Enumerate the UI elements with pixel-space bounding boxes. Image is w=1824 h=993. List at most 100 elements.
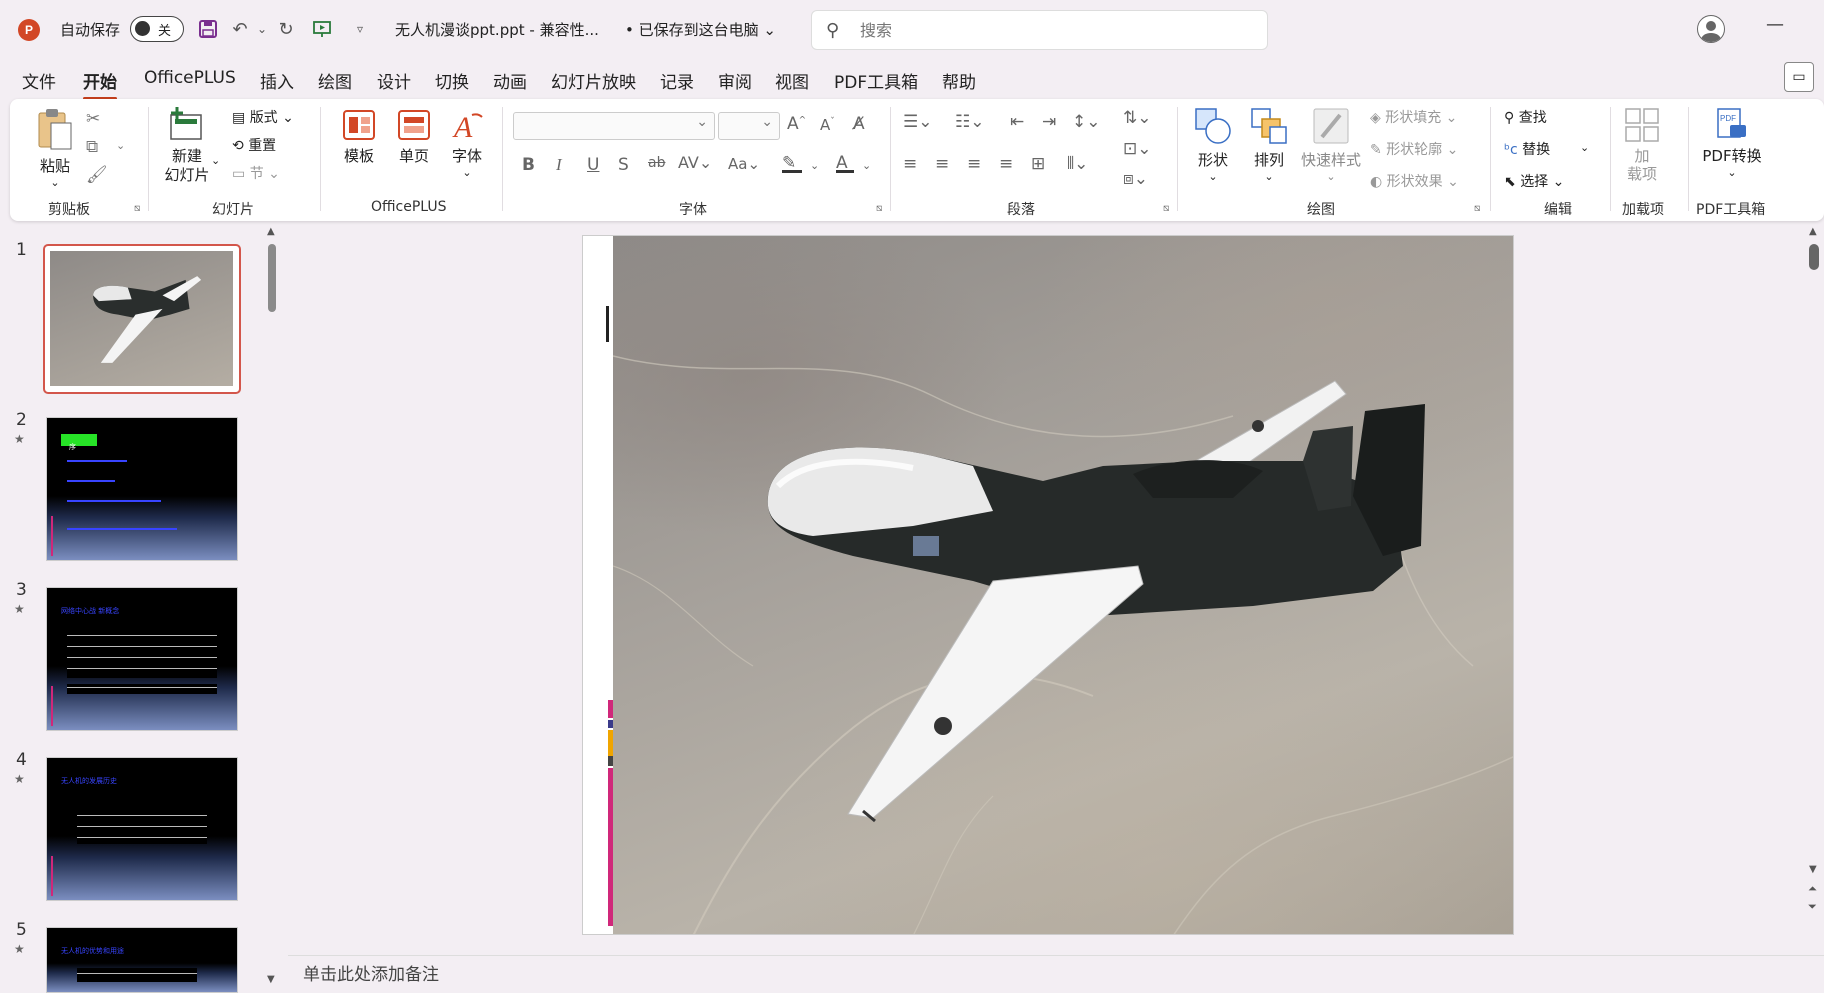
font-color-dropdown-icon[interactable]: ⌄ [862,159,871,172]
undo-icon[interactable]: ↶ [228,16,252,42]
next-slide-icon[interactable]: ⏷ [1808,900,1817,914]
font-color-icon[interactable]: A [836,153,854,173]
addins-button[interactable]: 加 载项 [1620,107,1664,183]
bold-icon[interactable]: B [522,155,535,175]
drone-photo[interactable] [612,236,1513,934]
tab-view[interactable]: 视图 [775,68,809,93]
align-text-icon[interactable]: ⊡⌄ [1123,139,1152,159]
search-box[interactable]: ⚲ [811,10,1268,50]
tab-record[interactable]: 记录 [660,68,694,93]
italic-icon[interactable]: I [556,155,562,175]
copy-icon[interactable]: ⧉ [86,137,98,157]
save-icon[interactable] [196,16,220,42]
scroll-up-icon[interactable]: ▲ [1809,226,1817,237]
strikethrough-icon[interactable]: ab [648,155,665,171]
scroll-down-icon[interactable]: ▼ [1809,864,1817,875]
pdf-convert-button[interactable]: PDF PDF转换 ⌄ [1696,107,1768,179]
cut-icon[interactable]: ✂ [86,109,100,129]
copy-dropdown-icon[interactable]: ⌄ [116,139,125,152]
current-slide[interactable] [582,235,1514,935]
underline-icon[interactable]: U [587,155,599,175]
highlight-color-icon[interactable]: ✎ [782,153,802,173]
increase-font-size-icon[interactable]: A^ [787,114,806,134]
previous-slide-icon[interactable]: ⏶ [1808,882,1817,896]
convert-smartart-icon[interactable]: ⧈⌄ [1123,169,1148,189]
reset-button[interactable]: ⟲ 重置 [232,135,276,155]
tab-review[interactable]: 审阅 [718,68,752,93]
increase-indent-icon[interactable]: ⇥ [1042,112,1056,132]
new-slide-dropdown-icon[interactable]: ⌄ [211,154,220,167]
arrange-dropdown-icon[interactable]: ⌄ [1246,170,1292,183]
font-size-select[interactable] [718,112,780,140]
distributed-icon[interactable]: ⊞ [1031,154,1045,174]
numbering-icon[interactable]: ☷⌄ [955,112,984,132]
tab-help[interactable]: 帮助 [942,68,976,93]
pdf-convert-dropdown-icon[interactable]: ⌄ [1696,166,1768,179]
font-launcher-icon[interactable]: ⧅ [876,203,882,214]
customize-toolbar-icon[interactable]: ▿ [348,16,372,42]
new-slide-button[interactable]: 新建 幻灯片 [158,107,216,185]
font-plus-dropdown-icon[interactable]: ⌄ [444,166,490,179]
tab-design[interactable]: 设计 [377,68,411,93]
shapes-dropdown-icon[interactable]: ⌄ [1190,170,1236,183]
font-plus-button[interactable]: A 字体 ⌄ [444,109,490,179]
autosave-toggle[interactable]: 关 [130,16,184,42]
shape-effects-button[interactable]: ◐ 形状效果 ⌄ [1370,171,1459,191]
select-button[interactable]: ⬉ 选择 ⌄ [1504,171,1564,191]
tab-animations[interactable]: 动画 [493,68,527,93]
bullets-icon[interactable]: ☰⌄ [903,112,932,132]
redo-icon[interactable]: ↻ [274,16,298,42]
line-spacing-icon[interactable]: ↕⌄ [1072,112,1101,132]
document-title[interactable]: 无人机漫谈ppt.ppt - 兼容性... [395,19,599,40]
save-status[interactable]: • 已保存到这台电脑 ⌄ [625,19,776,40]
drawing-launcher-icon[interactable]: ⧅ [1474,203,1480,214]
clipboard-launcher-icon[interactable]: ⧅ [134,203,140,214]
tab-home[interactable]: 开始 [83,68,117,100]
single-page-button[interactable]: 单页 [391,109,437,166]
paragraph-launcher-icon[interactable]: ⧅ [1163,203,1169,214]
shape-outline-button[interactable]: ✎ 形状轮廓 ⌄ [1370,139,1458,159]
replace-dropdown-icon[interactable]: ⌄ [1580,141,1589,154]
minimize-button[interactable]: — [1760,14,1790,44]
decrease-font-size-icon[interactable]: Aˇ [820,116,835,134]
align-center-icon[interactable]: ≡ [935,154,949,174]
text-direction-icon[interactable]: ⇅⌄ [1123,108,1152,128]
slide-thumbnail-2[interactable]: 序 [46,417,238,561]
format-painter-icon[interactable]: 🖌 [86,165,108,185]
slide-thumbnail-1[interactable] [43,244,241,394]
slide-scrollbar[interactable]: ▲ ▼ ⏶ ⏷ [1806,226,1822,926]
shape-fill-button[interactable]: ◈ 形状填充 ⌄ [1370,107,1457,127]
search-input[interactable] [860,19,1240,41]
layout-button[interactable]: ▤ 版式 ⌄ [232,107,294,127]
paste-dropdown-icon[interactable]: ⌄ [30,176,80,189]
replace-button[interactable]: ᵇc 替换 [1504,139,1550,159]
tab-transitions[interactable]: 切换 [435,68,469,93]
scrollbar-thumb[interactable] [1809,244,1819,270]
justify-icon[interactable]: ≡ [999,154,1013,174]
template-button[interactable]: 模板 [336,109,382,166]
tab-officeplus[interactable]: OfficePLUS [144,68,236,88]
columns-icon[interactable]: ⫴⌄ [1067,154,1088,174]
align-right-icon[interactable]: ≡ [967,154,981,174]
shapes-button[interactable]: 形状 ⌄ [1190,107,1236,183]
slide-thumbnail-5[interactable]: 无人机的优势和用途 [46,927,238,993]
slide-thumbnail-4[interactable]: 无人机的发展历史 [46,757,238,901]
account-avatar-icon[interactable] [1697,15,1725,43]
scrollbar-thumb[interactable] [268,244,276,312]
change-case-icon[interactable]: Aa⌄ [728,155,760,173]
slide-thumbnail-3[interactable]: 网络中心战 新概念 [46,587,238,731]
scroll-up-icon[interactable]: ▲ [267,226,275,237]
quick-styles-button[interactable]: 快速样式 ⌄ [1298,107,1364,183]
section-button[interactable]: ▭ 节 ⌄ [232,163,280,183]
find-button[interactable]: ⚲ 查找 [1504,107,1547,127]
tab-slideshow[interactable]: 幻灯片放映 [551,68,636,93]
align-left-icon[interactable]: ≡ [903,154,917,174]
thumbnail-scrollbar[interactable]: ▲ ▼ [266,226,278,993]
highlight-dropdown-icon[interactable]: ⌄ [810,159,819,172]
clear-formatting-icon[interactable]: A̸ [853,114,865,134]
tab-insert[interactable]: 插入 [260,68,294,93]
paste-button[interactable]: 粘贴 ⌄ [30,107,80,189]
present-from-start-icon[interactable] [310,16,334,42]
character-spacing-icon[interactable]: AV⌄ [678,153,712,172]
tab-pdf-toolbox[interactable]: PDF工具箱 [834,68,918,93]
